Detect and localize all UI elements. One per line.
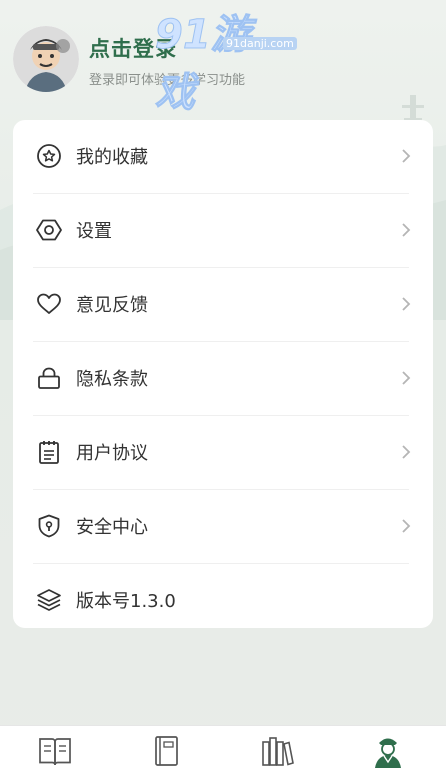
menu-item-feedback[interactable]: 意见反馈 <box>13 268 433 342</box>
chevron-right-icon <box>402 149 411 163</box>
closed-book-icon <box>155 736 178 766</box>
menu-item-label: 设置 <box>76 221 112 242</box>
menu-item-favorites[interactable]: 我的收藏 <box>13 120 433 194</box>
avatar[interactable] <box>13 26 79 92</box>
chevron-right-icon <box>402 519 411 533</box>
open-book-icon <box>39 738 71 766</box>
menu-item-label: 意见反馈 <box>76 295 148 316</box>
settings-menu-card: 我的收藏 设置 意见反馈 隐私条款 用户协议 安全中心 版本号1.3.0 <box>13 120 433 628</box>
hexagon-settings-icon <box>36 219 62 241</box>
menu-item-label: 安全中心 <box>76 517 148 538</box>
watermark-url: 91danji.com <box>223 37 297 50</box>
lock-icon <box>38 367 60 389</box>
tab-open-book[interactable] <box>0 726 111 776</box>
menu-item-privacy[interactable]: 隐私条款 <box>13 342 433 416</box>
notepad-icon <box>39 441 59 464</box>
menu-item-user-agreement[interactable]: 用户协议 <box>13 416 433 490</box>
version-label: 版本号1.3.0 <box>76 591 176 612</box>
tab-closed-book[interactable] <box>111 726 222 776</box>
scholar-avatar-icon <box>375 738 401 768</box>
watermark-logo: 91游戏 91danji.com <box>155 2 297 117</box>
chevron-right-icon <box>402 297 411 311</box>
menu-item-label: 用户协议 <box>76 443 148 464</box>
menu-item-label: 我的收藏 <box>76 147 148 168</box>
scholar-avatar-image-icon <box>13 26 79 92</box>
menu-item-label: 隐私条款 <box>76 369 148 390</box>
bottom-tab-bar <box>0 725 446 776</box>
menu-item-settings[interactable]: 设置 <box>13 194 433 268</box>
tab-profile[interactable] <box>333 726 444 776</box>
layers-icon <box>37 589 61 611</box>
bookshelf-icon <box>262 737 294 766</box>
chevron-right-icon <box>402 371 411 385</box>
menu-item-security[interactable]: 安全中心 <box>13 490 433 564</box>
shield-icon <box>38 514 60 538</box>
heart-icon <box>37 293 61 314</box>
watermark-logo-text: 91游戏 <box>155 12 252 117</box>
chevron-right-icon <box>402 223 411 237</box>
profile-header: 点击登录 登录即可体验更多学习功能 91游戏 91danji.com <box>0 0 446 117</box>
chevron-right-icon <box>402 445 411 459</box>
menu-item-version: 版本号1.3.0 <box>13 564 433 638</box>
star-circle-icon <box>37 144 61 168</box>
tab-bookshelf[interactable] <box>222 726 333 776</box>
